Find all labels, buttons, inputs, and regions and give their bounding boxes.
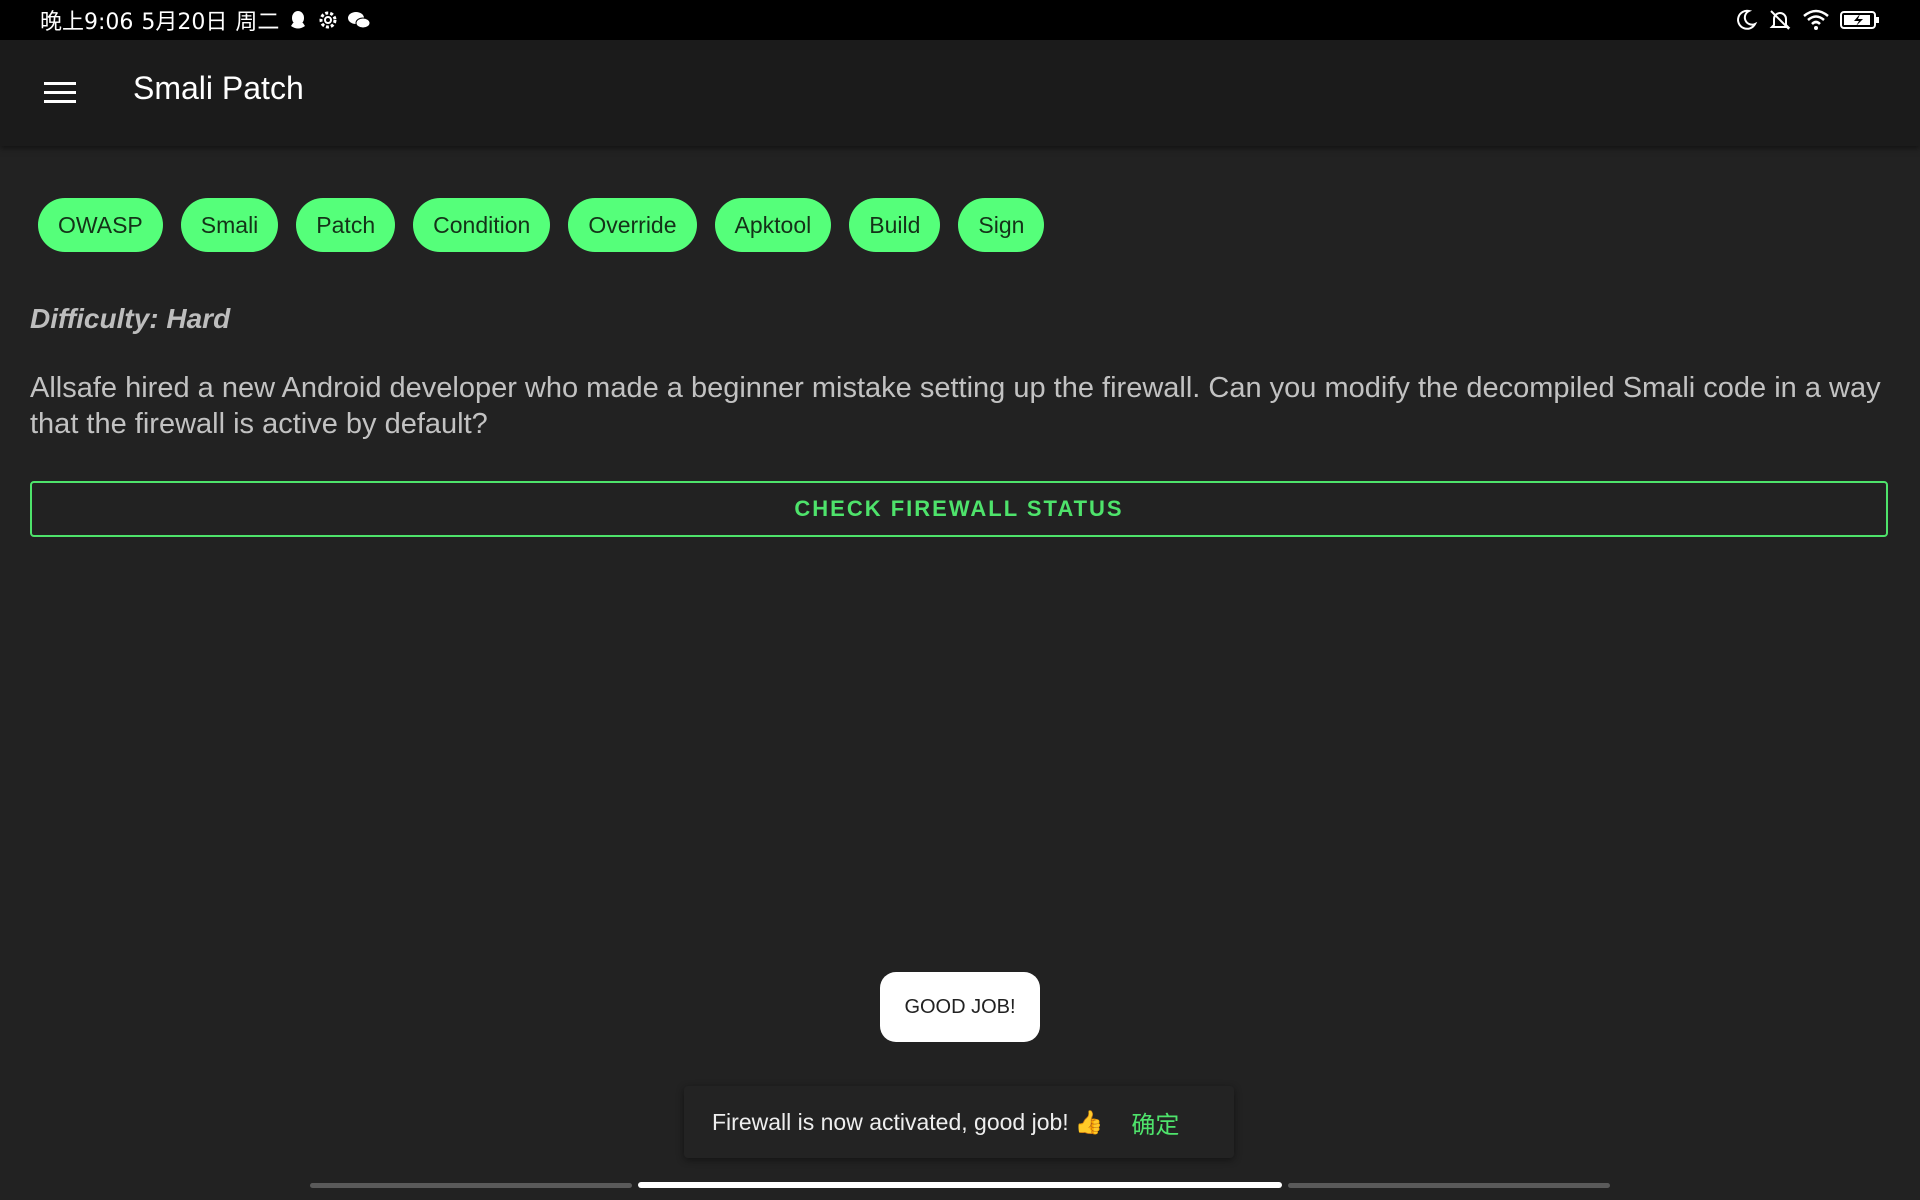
tag-chip-sign[interactable]: Sign [958, 198, 1045, 252]
snackbar-message: Firewall is now activated, good job! [712, 1108, 1069, 1135]
settings-gear-icon [317, 9, 339, 31]
toast-message: GOOD JOB! [880, 972, 1040, 1042]
status-weekday: 周二 [235, 10, 280, 35]
snackbar-confirm-button[interactable]: 确定 [1131, 1105, 1179, 1140]
status-date: 5月20日 [141, 10, 228, 35]
hamburger-menu-icon[interactable] [44, 80, 76, 106]
status-bar: 晚上9:06 5月20日 周二 [0, 0, 1920, 40]
tag-chip-condition[interactable]: Condition [413, 198, 551, 252]
status-bar-left: 晚上9:06 5月20日 周二 [40, 0, 371, 40]
tag-chip-apktool[interactable]: Apktool [714, 198, 832, 252]
battery-icon [1840, 9, 1880, 31]
app-bar: Smali Patch [0, 40, 1920, 146]
challenge-description: Allsafe hired a new Android developer wh… [30, 372, 1881, 440]
qq-icon [287, 9, 309, 31]
bell-off-icon [1768, 8, 1792, 32]
wechat-icon [347, 9, 371, 31]
nav-bar-segment-right [1288, 1183, 1610, 1188]
snackbar: Firewall is now activated, good job! 👍 确… [684, 1086, 1234, 1158]
moon-icon [1734, 8, 1758, 32]
tag-chip-patch[interactable]: Patch [296, 198, 396, 252]
tag-chip-override[interactable]: Override [568, 198, 697, 252]
check-firewall-status-button[interactable]: CHECK FIREWALL STATUS [30, 481, 1888, 537]
page-title: Smali Patch [133, 70, 304, 106]
snackbar-message-wrap: Firewall is now activated, good job! 👍 [712, 1109, 1103, 1136]
status-bar-right [1734, 0, 1880, 40]
difficulty-label: Difficulty: Hard [30, 303, 231, 334]
wifi-icon [1802, 8, 1830, 32]
tag-chip-smali[interactable]: Smali [180, 198, 279, 252]
status-time: 晚上9:06 [40, 10, 134, 35]
nav-gesture-handle[interactable] [638, 1182, 1282, 1188]
nav-bar-segment-left [310, 1183, 632, 1188]
thumbs-up-icon: 👍 [1074, 1108, 1104, 1135]
tag-chip-group: OWASP Smali Patch Condition Override Apk… [38, 198, 1045, 252]
tag-chip-owasp[interactable]: OWASP [38, 198, 163, 252]
tag-chip-build[interactable]: Build [849, 198, 941, 252]
